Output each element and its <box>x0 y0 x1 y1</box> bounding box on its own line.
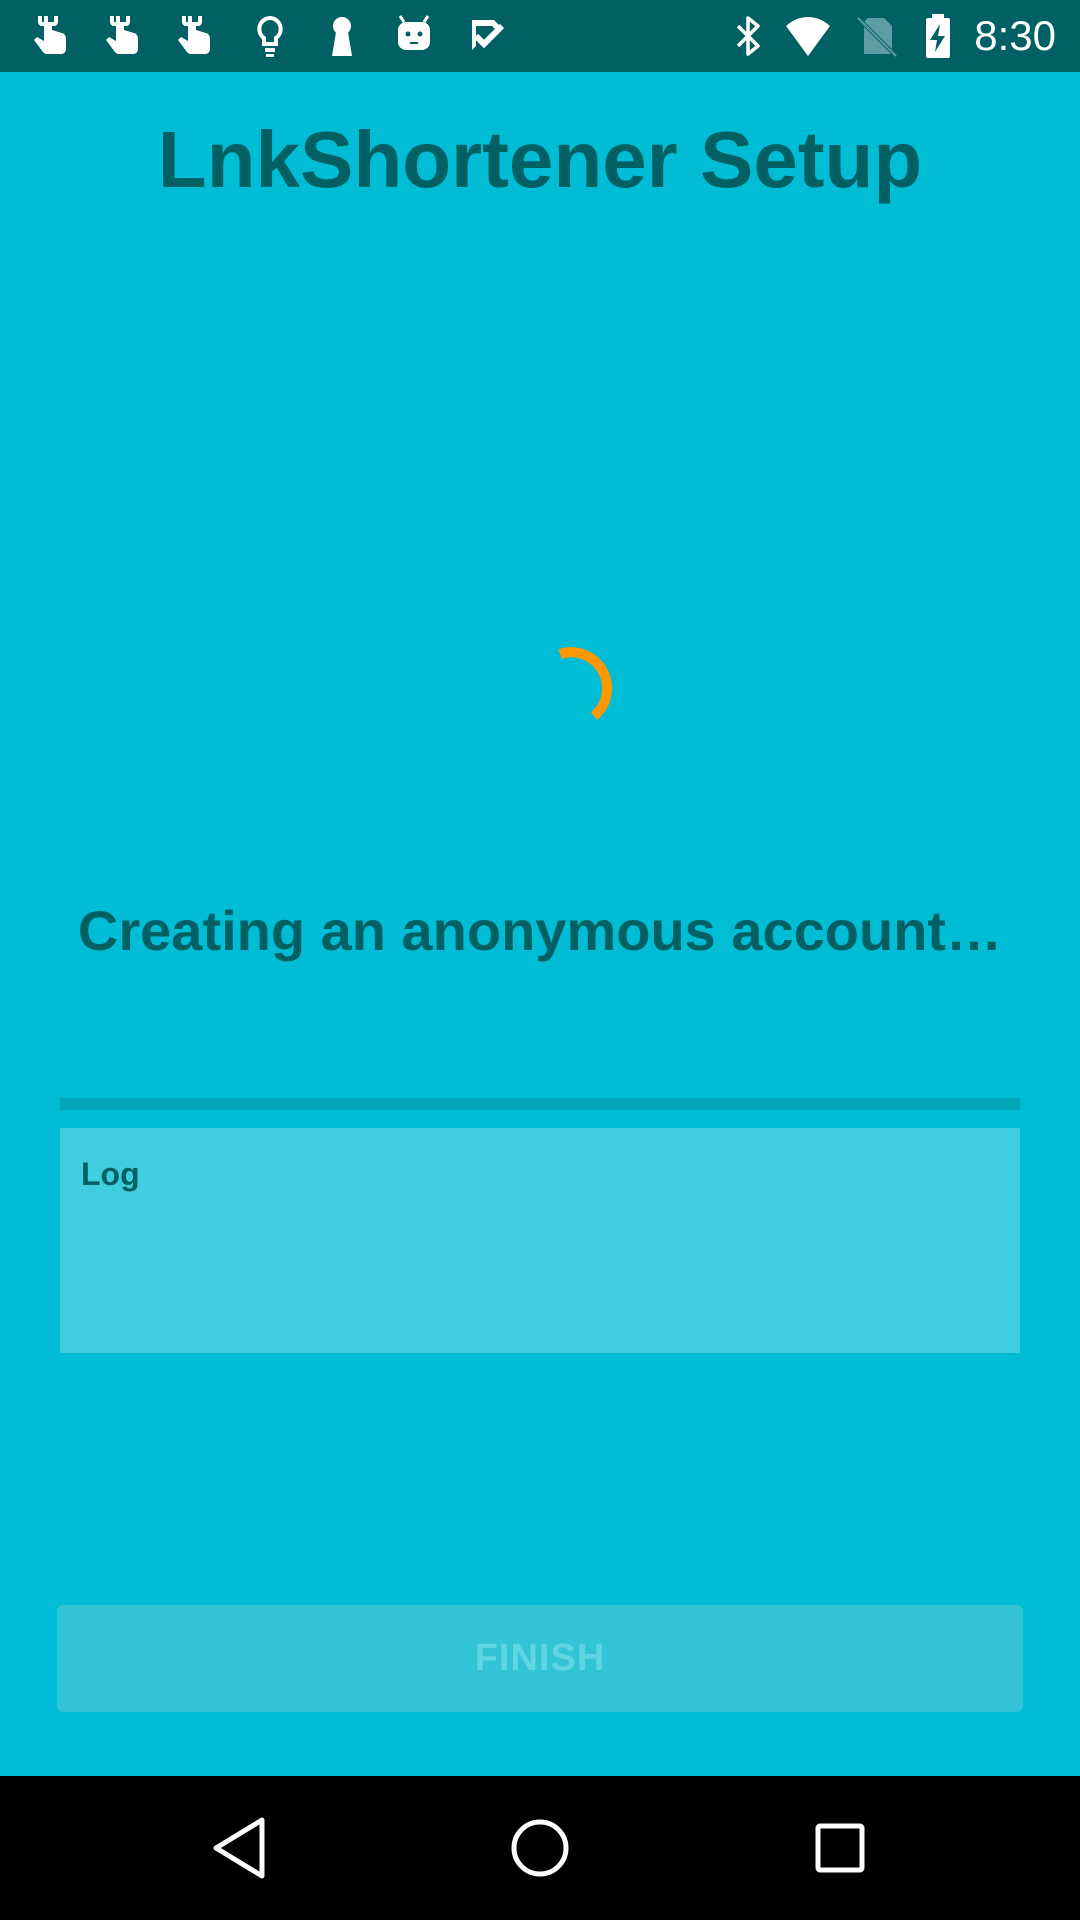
home-icon[interactable] <box>504 1812 576 1884</box>
lightbulb-icon <box>246 12 294 60</box>
progress-bar <box>60 1098 1020 1110</box>
recents-icon[interactable] <box>804 1812 876 1884</box>
navigation-bar <box>0 1776 1080 1920</box>
touch-icon <box>172 12 220 60</box>
back-icon[interactable] <box>204 1812 276 1884</box>
bluetooth-icon <box>724 12 772 60</box>
no-sim-icon <box>854 12 902 60</box>
touch-icon <box>28 12 76 60</box>
touch-icon <box>100 12 148 60</box>
setup-screen: { "status_bar": { "time": "8:30", "left_… <box>0 0 1080 1920</box>
log-label: Log <box>81 1156 140 1192</box>
status-bar: 8:30 <box>0 0 1080 72</box>
clock-time: 8:30 <box>974 12 1056 59</box>
finish-button[interactable]: FINISH <box>57 1605 1023 1712</box>
loading-spinner <box>540 640 620 720</box>
status-message: Creating an anonymous account… <box>77 899 1003 962</box>
battery-charging-icon <box>914 12 962 60</box>
checkmark-icon <box>462 12 510 60</box>
page-title: LnkShortener Setup <box>157 115 923 204</box>
android-icon <box>390 12 438 60</box>
wifi-icon <box>784 12 832 60</box>
log-panel[interactable]: Log <box>60 1128 1020 1353</box>
keyhole-icon <box>318 12 366 60</box>
